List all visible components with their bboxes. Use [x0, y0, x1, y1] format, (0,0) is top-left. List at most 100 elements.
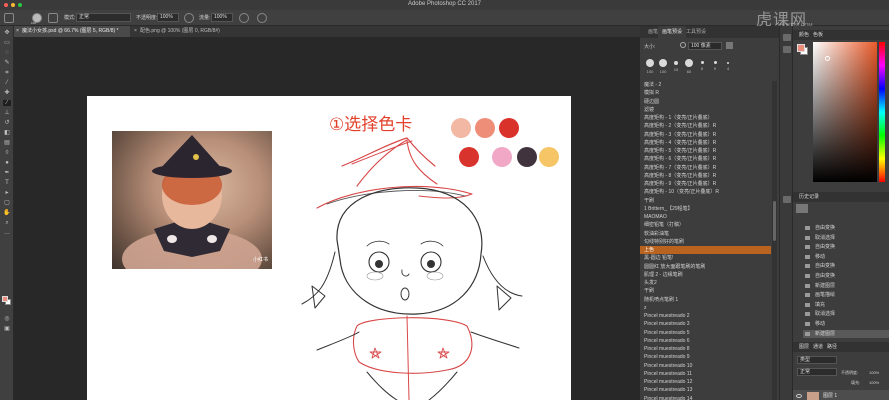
brush-tool-icon[interactable]: ∕	[3, 100, 11, 106]
brush-list-item[interactable]: 细密铅笔（打稿）	[640, 221, 771, 229]
brush-list-item[interactable]: Pincel muestreado 13	[640, 386, 771, 394]
history-item[interactable]: 移动	[803, 253, 889, 261]
hand-tool-icon[interactable]: ✋	[3, 210, 11, 216]
history-item[interactable]: 移动	[803, 320, 889, 328]
history-panel-icon[interactable]	[783, 196, 791, 203]
mode-select[interactable]: 正常	[76, 13, 131, 22]
eye-icon[interactable]	[796, 394, 802, 398]
opacity-field[interactable]: 100%	[157, 13, 179, 22]
layer-blend-mode[interactable]: 正常	[797, 368, 837, 376]
preset-thumb[interactable]: 100	[644, 59, 656, 74]
brush-list-item[interactable]: Pincel muestreado 8	[640, 345, 771, 353]
brush-list-item[interactable]: Pincel muestreado 3	[640, 320, 771, 328]
tab-swatches[interactable]: 色板	[809, 30, 827, 40]
pen-tool-icon[interactable]: ✒	[3, 170, 11, 176]
preset-panel-icon[interactable]	[783, 46, 791, 53]
preset-thumb[interactable]: 100	[657, 59, 669, 74]
brush-list-item[interactable]: z	[640, 304, 771, 312]
tab-main-document[interactable]: × 魔法小女孩.psd @ 66.7% (图层 5, RGB/8) *	[14, 26, 130, 37]
brush-list-item[interactable]: Pincel muestreado 9	[640, 353, 771, 361]
type-tool-icon[interactable]: T	[3, 180, 11, 186]
history-item[interactable]: 自由变换	[803, 272, 889, 280]
history-item[interactable]: 自由变换	[803, 243, 889, 251]
hue-slider[interactable]	[879, 42, 885, 182]
stamp-tool-icon[interactable]: ⊥	[3, 110, 11, 116]
move-tool-icon[interactable]: ✥	[3, 30, 11, 36]
brush-list-item[interactable]: 硬边圆	[640, 98, 771, 106]
brush-list-item[interactable]: 随机喷点笔刷 1	[640, 296, 771, 304]
history-item[interactable]: 新建图层	[803, 282, 889, 290]
screen-mode-icon[interactable]: ▣	[3, 326, 11, 332]
brush-list-item[interactable]: Pincel muestreado 5	[640, 329, 771, 337]
history-snapshot-thumb[interactable]	[796, 204, 808, 213]
size-field[interactable]: 100 像素	[688, 42, 722, 50]
history-item[interactable]: 取消选择	[803, 310, 889, 318]
lasso-tool-icon[interactable]: ◌	[3, 50, 11, 56]
brush-list-item[interactable]: 干刷	[640, 197, 771, 205]
brush-list-item[interactable]: 高度矩构 - 5（变亮/正片叠底）R	[640, 147, 771, 155]
scroll-thumb[interactable]	[773, 201, 776, 241]
quick-mask-icon[interactable]: ◎	[3, 316, 11, 322]
flow-field[interactable]: 100%	[211, 13, 233, 22]
brush-list-scrollbar[interactable]	[772, 81, 777, 400]
preset-thumb[interactable]: 4	[722, 59, 734, 71]
brush-list-item[interactable]: Pincel muestreado 6	[640, 337, 771, 345]
brush-list-item[interactable]: Pincel muestreado 12	[640, 378, 771, 386]
brush-list-item[interactable]: 高度矩构 - 1（变亮/正片叠底）	[640, 114, 771, 122]
history-item[interactable]: 画笔描绘	[803, 291, 889, 299]
brush-list-item[interactable]: Pincel muestreado 10	[640, 362, 771, 370]
brush-list-item[interactable]: 头发2	[640, 279, 771, 287]
brush-list-item[interactable]: 魔法 - 2	[640, 81, 771, 89]
history-brush-tool-icon[interactable]: ↺	[3, 120, 11, 126]
tab-palette-document[interactable]: × 配色.png @ 100% (图层 0, RGB/8#)	[132, 26, 242, 37]
brush-list-item[interactable]: 黑-圆边 铅笔!	[640, 254, 771, 262]
brush-list-item[interactable]: MAOMAO	[640, 213, 771, 221]
marquee-tool-icon[interactable]: ▭	[3, 40, 11, 46]
canvas-area[interactable]: 小红书 ①选择色卡	[14, 37, 640, 400]
brush-list-item[interactable]: 软油彩油笔	[640, 230, 771, 238]
tab-tool-presets[interactable]: 工具预设	[682, 26, 710, 38]
history-item[interactable]: 自由变换	[803, 224, 889, 232]
crop-tool-icon[interactable]: ⌗	[3, 70, 11, 76]
pressure-opacity-icon[interactable]	[184, 13, 194, 23]
brush-list-item[interactable]: Pincel muestreado 2	[640, 312, 771, 320]
new-preset-icon[interactable]	[726, 42, 733, 49]
close-tab-icon[interactable]: ×	[16, 26, 19, 37]
preset-thumb[interactable]: 60	[683, 59, 695, 74]
layer-fill-value[interactable]: 100%	[869, 380, 879, 385]
color-field[interactable]	[813, 42, 877, 182]
brush-list-item[interactable]: 高度矩构 - 4（变亮/正片叠底）R	[640, 139, 771, 147]
brush-list-item[interactable]: Pincel muestreado 11	[640, 370, 771, 378]
home-icon[interactable]	[4, 13, 14, 23]
document-canvas[interactable]: 小红书 ①选择色卡	[87, 96, 571, 400]
healing-tool-icon[interactable]: ✚	[3, 90, 11, 96]
foreground-color-swatch[interactable]	[2, 296, 8, 302]
brush-list-item[interactable]: 高度矩构 - 7（变亮/正片叠底）R	[640, 164, 771, 172]
more-tools-icon[interactable]: …	[3, 230, 11, 236]
brush-list-item[interactable]: 模拟 R	[640, 89, 771, 97]
close-tab-icon[interactable]: ×	[134, 26, 137, 37]
blur-tool-icon[interactable]: ◊	[3, 150, 11, 156]
size-reset-icon[interactable]	[680, 42, 686, 48]
tab-paths[interactable]: 路径	[823, 342, 841, 352]
history-item[interactable]: 新建图层	[803, 329, 889, 338]
path-select-tool-icon[interactable]: ▸	[3, 190, 11, 196]
gradient-tool-icon[interactable]: ▤	[3, 140, 11, 146]
brush-list-item[interactable]: 高度矩构 - 10（变亮/正片叠底）R	[640, 188, 771, 196]
zoom-tool-icon[interactable]: ⌕	[3, 220, 11, 226]
brush-list-item[interactable]: 高度矩构 - 8（变亮/正片叠底）R	[640, 172, 771, 180]
brush-list-item[interactable]: 1 Brittern_【29铅笔】	[640, 205, 771, 213]
history-item[interactable]: 填充	[803, 301, 889, 309]
quick-select-tool-icon[interactable]: ✎	[3, 60, 11, 66]
brush-panel-icon[interactable]	[783, 34, 791, 41]
brush-list-item[interactable]: 高度矩构 - 2（变亮/正片叠底）R	[640, 122, 771, 130]
brush-list-item[interactable]: 高度矩构 - 6（变亮/正片叠底）R	[640, 155, 771, 163]
shape-tool-icon[interactable]: ▢	[3, 200, 11, 206]
brush-list-item[interactable]: 高度矩构 - 9（变亮/正片叠底）R	[640, 180, 771, 188]
dodge-tool-icon[interactable]: ●	[3, 160, 11, 166]
history-item[interactable]: 取消选择	[803, 234, 889, 242]
brush-settings-icon[interactable]	[48, 13, 58, 23]
eraser-tool-icon[interactable]: ◧	[3, 130, 11, 136]
brush-list-item[interactable]: 圆圆红 放大面跟笔刷的笔刷	[640, 263, 771, 271]
brush-list-item[interactable]: 高度矩构 - 3（变亮/正片叠底）R	[640, 131, 771, 139]
